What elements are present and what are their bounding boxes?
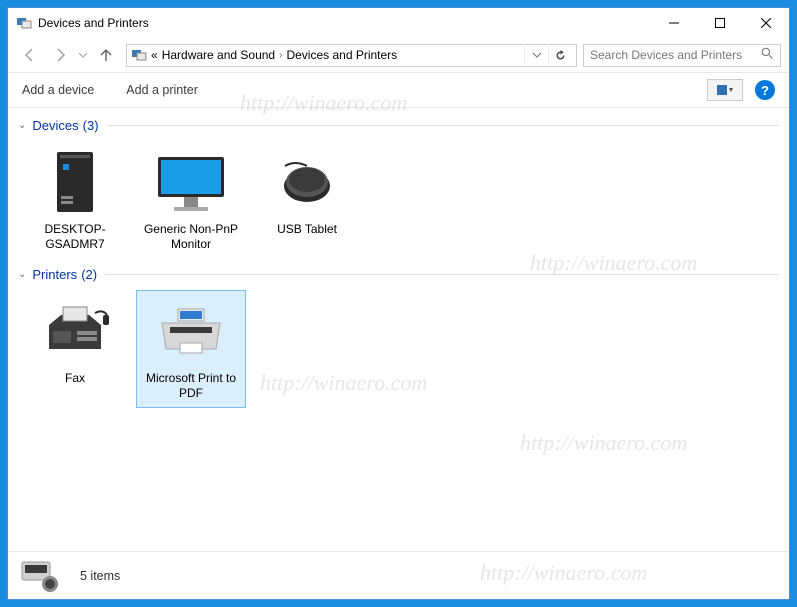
navbar: « Hardware and Sound › Devices and Print…	[8, 38, 789, 72]
group-header-printers[interactable]: ⌄ Printers (2)	[12, 263, 785, 286]
search-placeholder: Search Devices and Printers	[590, 48, 742, 62]
printer-fax[interactable]: Fax	[20, 290, 130, 408]
status-text: 5 items	[80, 569, 120, 583]
statusbar: 5 items	[8, 551, 789, 599]
maximize-button[interactable]	[697, 8, 743, 38]
add-printer-button[interactable]: Add a printer	[126, 83, 198, 97]
printers-items: Fax Microsoft Print to PDF	[12, 286, 785, 412]
divider	[105, 274, 779, 275]
chevron-down-icon: ⌄	[18, 269, 26, 280]
breadcrumb-item-hardware[interactable]: Hardware and Sound	[162, 48, 275, 62]
device-monitor[interactable]: Generic Non-PnP Monitor	[136, 141, 246, 259]
chevron-right-icon: ›	[279, 50, 282, 61]
add-device-button[interactable]: Add a device	[22, 83, 94, 97]
divider	[107, 125, 779, 126]
fax-icon	[35, 297, 115, 367]
view-options-button[interactable]	[707, 79, 743, 101]
content-area: ⌄ Devices (3) DESKTOP-GSADMR7 Generic No…	[8, 108, 789, 551]
chevron-down-icon: ⌄	[18, 120, 26, 131]
breadcrumb-item-devices[interactable]: Devices and Printers	[286, 48, 397, 62]
device-tablet[interactable]: USB Tablet	[252, 141, 362, 259]
device-label: Generic Non-PnP Monitor	[139, 222, 243, 252]
device-label: DESKTOP-GSADMR7	[23, 222, 127, 252]
window-icon	[16, 15, 32, 31]
devices-items: DESKTOP-GSADMR7 Generic Non-PnP Monitor …	[12, 137, 785, 263]
monitor-icon	[151, 148, 231, 218]
history-dropdown[interactable]	[76, 51, 90, 59]
help-button[interactable]: ?	[755, 80, 775, 100]
search-input[interactable]: Search Devices and Printers	[583, 44, 781, 67]
group-header-devices[interactable]: ⌄ Devices (3)	[12, 114, 785, 137]
titlebar: Devices and Printers	[8, 8, 789, 38]
toolbar: Add a device Add a printer ?	[8, 72, 789, 108]
group-count: (3)	[83, 118, 99, 133]
breadcrumb-dropdown[interactable]	[524, 44, 548, 67]
group-name: Printers	[32, 267, 77, 282]
printer-label: Fax	[65, 371, 85, 386]
group-count: (2)	[81, 267, 97, 282]
device-desktop[interactable]: DESKTOP-GSADMR7	[20, 141, 130, 259]
window-controls	[651, 8, 789, 38]
device-label: USB Tablet	[277, 222, 337, 237]
printer-icon	[151, 297, 231, 367]
forward-button[interactable]	[46, 42, 74, 68]
minimize-button[interactable]	[651, 8, 697, 38]
location-icon	[131, 47, 147, 63]
up-button[interactable]	[92, 42, 120, 68]
back-button[interactable]	[16, 42, 44, 68]
printer-label: Microsoft Print to PDF	[139, 371, 243, 401]
printer-pdf[interactable]: Microsoft Print to PDF	[136, 290, 246, 408]
search-icon	[761, 47, 774, 63]
breadcrumb-prefix: «	[151, 48, 158, 62]
close-button[interactable]	[743, 8, 789, 38]
window: Devices and Printers « Hardware and Soun…	[7, 7, 790, 600]
window-title: Devices and Printers	[38, 16, 651, 30]
mouse-icon	[267, 148, 347, 218]
address-bar[interactable]: « Hardware and Sound › Devices and Print…	[126, 44, 577, 67]
refresh-button[interactable]	[548, 44, 572, 67]
status-icon	[20, 558, 64, 594]
pc-icon	[35, 148, 115, 218]
group-name: Devices	[32, 118, 78, 133]
